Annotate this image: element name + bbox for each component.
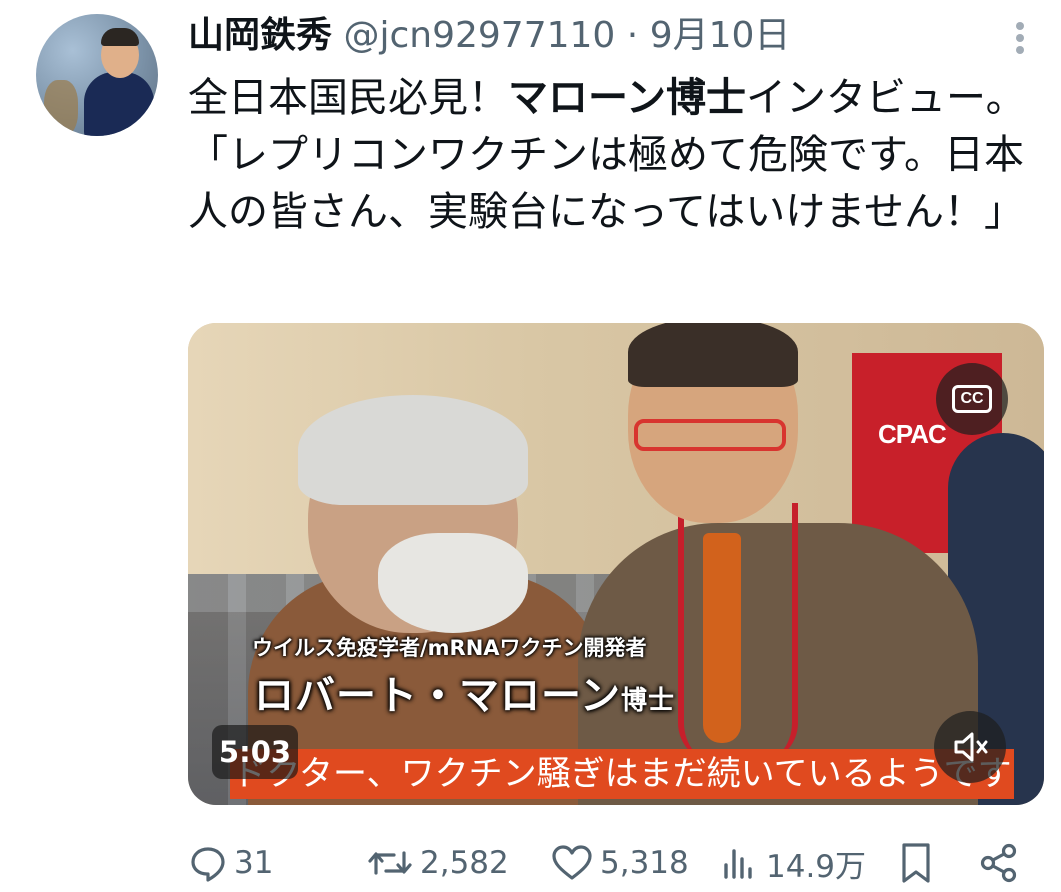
video-person-right-glasses — [634, 419, 786, 451]
video-banner-text: CPAC — [878, 419, 947, 449]
tweet-text-bold: マローン博士 — [508, 75, 746, 121]
video-caption-suffix: 博士 — [621, 686, 676, 716]
closed-captions-button[interactable]: CC — [936, 363, 1008, 435]
video-duration: 5:03 — [212, 725, 298, 779]
avatar-background-figure — [44, 80, 78, 136]
tweet-text-part: 全日本国民必見！ — [188, 75, 508, 121]
video-person-left-beard — [378, 533, 528, 633]
avatar-suit — [84, 72, 154, 136]
unmute-button[interactable] — [934, 711, 1006, 783]
views-button[interactable]: 14.9万 — [720, 836, 866, 890]
bookmark-icon — [902, 843, 930, 883]
like-button[interactable]: 5,318 — [550, 836, 689, 890]
more-options-icon[interactable] — [1008, 18, 1032, 58]
tweet-header: 山岡鉄秀 @jcn92977110 · 9月10日 — [188, 10, 790, 62]
bookmark-button[interactable] — [898, 836, 934, 890]
video-subtitle: ドクター、ワクチン騒ぎはまだ続いているようです — [230, 749, 1014, 799]
heart-icon — [552, 845, 592, 880]
repost-count: 2,582 — [420, 845, 509, 881]
tweet-date[interactable]: 9月10日 — [650, 15, 791, 56]
share-icon — [980, 843, 1017, 883]
tweet-text: 全日本国民必見！マローン博士インタビュー。「レプリコンワクチンは極めて危険です。… — [188, 70, 1028, 241]
author-avatar[interactable] — [36, 14, 158, 136]
video-person-right-hair — [628, 323, 798, 387]
video-caption-name-text: ロバート・マローン — [254, 673, 621, 719]
video-caption-name: ロバート・マローン博士 — [254, 663, 675, 721]
reply-button[interactable]: 31 — [188, 836, 273, 890]
header-separator: · — [626, 15, 639, 56]
views-count: 14.9万 — [766, 848, 867, 885]
closed-captions-icon: CC — [952, 385, 992, 413]
tweet-action-bar: 31 2,582 5,318 14.9万 — [188, 836, 1028, 890]
author-name[interactable]: 山岡鉄秀 — [188, 15, 332, 56]
muted-speaker-icon — [954, 732, 988, 762]
repost-icon — [368, 851, 412, 875]
like-count: 5,318 — [600, 845, 689, 881]
reply-icon — [191, 847, 225, 882]
video-person-right-tie — [703, 533, 741, 743]
avatar-hair — [101, 28, 139, 46]
video-player[interactable]: CPAC CC ウイルス免疫学者/mRNAワクチン開発者 ロバート・マローン博士… — [188, 323, 1044, 805]
video-person-left-hair — [298, 395, 528, 505]
views-chart-icon — [724, 849, 752, 879]
video-caption-title: ウイルス免疫学者/mRNAワクチン開発者 — [252, 636, 647, 660]
share-button[interactable] — [978, 836, 1020, 890]
author-handle[interactable]: @jcn92977110 — [343, 15, 615, 56]
reply-count: 31 — [234, 845, 274, 881]
repost-button[interactable]: 2,582 — [366, 836, 509, 890]
